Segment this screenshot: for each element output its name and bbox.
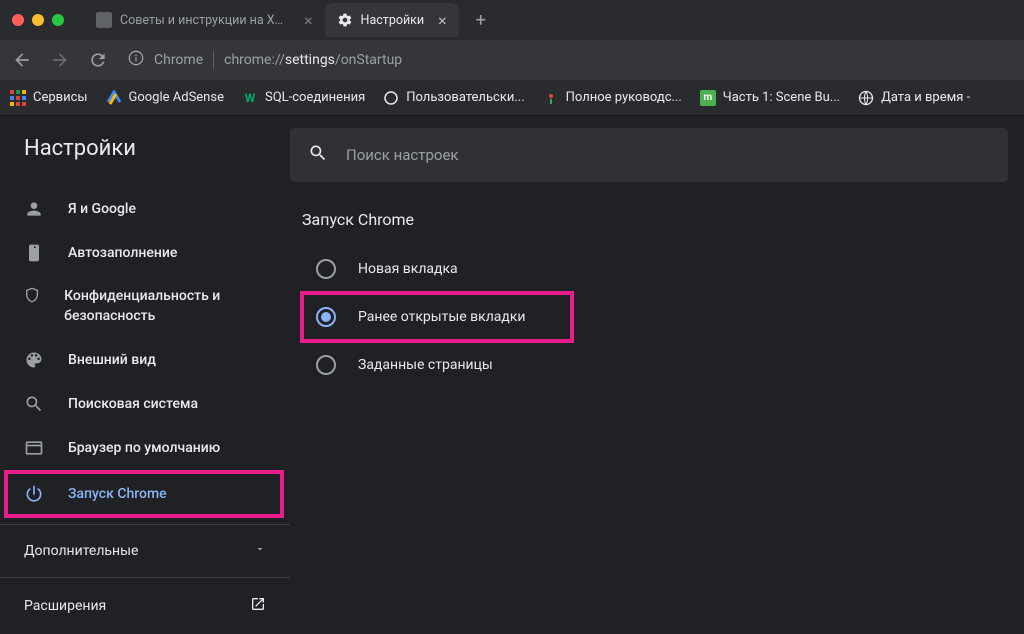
traffic-lights <box>12 14 64 26</box>
search-icon <box>308 143 328 167</box>
close-window-button[interactable] <box>12 14 24 26</box>
power-icon <box>24 484 44 504</box>
tab-label: Советы и инструкции на XPC <box>120 13 290 28</box>
reload-button[interactable] <box>86 48 110 72</box>
bookmark-label: Пользовательски... <box>406 90 524 105</box>
settings-favicon-icon <box>337 12 353 28</box>
page-title: Настройки <box>24 136 136 161</box>
settings-sidebar: Настройки Я и Google Автозаполнение Конф… <box>0 116 290 619</box>
nav-label: Конфиденциальность и безопасность <box>64 287 266 326</box>
option-specific-pages[interactable]: Заданные страницы <box>302 341 996 389</box>
bookmark-label: Полное руководс... <box>566 90 682 105</box>
bookmark-label: SQL-соединения <box>265 90 365 105</box>
bookmark-label: Google AdSense <box>129 90 224 105</box>
radio-unchecked-icon <box>316 259 336 279</box>
settings-content: Настройки Я и Google Автозаполнение Конф… <box>0 116 1024 619</box>
nav-label: Поисковая система <box>68 396 198 412</box>
apps-grid-icon <box>10 90 26 106</box>
nav-label: Автозаполнение <box>68 245 177 261</box>
adsense-icon <box>106 90 122 106</box>
back-button[interactable] <box>10 48 34 72</box>
shield-icon <box>24 287 40 307</box>
new-tab-button[interactable]: + <box>467 6 495 34</box>
nav-autofill[interactable]: Автозаполнение <box>0 231 290 275</box>
address-bar[interactable]: Chrome chrome://settings/onStartup <box>124 50 1014 70</box>
nav-privacy[interactable]: Конфиденциальность и безопасность <box>0 275 290 338</box>
option-label: Новая вкладка <box>358 261 458 277</box>
startup-options: Новая вкладка Ранее открытые вкладки Зад… <box>290 239 1008 395</box>
m-icon: m <box>700 90 716 106</box>
separator <box>213 51 214 69</box>
bookmarks-bar: Сервисы Google AdSense W SQL-соединения … <box>0 80 1024 116</box>
tab-1[interactable]: Советы и инструкции на XPC × <box>84 3 325 37</box>
tab-2-active[interactable]: Настройки × <box>325 3 459 37</box>
option-label: Ранее открытые вкладки <box>358 309 526 325</box>
bookmark-guide[interactable]: Полное руководс... <box>543 90 682 106</box>
search-icon <box>24 394 44 414</box>
nav-label: Запуск Chrome <box>68 486 167 502</box>
minimize-window-button[interactable] <box>32 14 44 26</box>
window-titlebar: Советы и инструкции на XPC × Настройки ×… <box>0 0 1024 40</box>
bookmark-label: Дата и время - <box>881 90 970 105</box>
bookmark-datetime[interactable]: Дата и время - <box>858 90 970 106</box>
option-new-tab[interactable]: Новая вкладка <box>302 245 996 293</box>
url-text: chrome://settings/onStartup <box>224 52 402 68</box>
nav-you-and-google[interactable]: Я и Google <box>0 187 290 231</box>
nav-search-engine[interactable]: Поисковая система <box>0 382 290 426</box>
nav-label: Я и Google <box>68 201 136 217</box>
bookmark-label: Часть 1: Scene Bu... <box>723 90 840 105</box>
advanced-label: Дополнительные <box>24 543 138 559</box>
radio-unchecked-icon <box>316 355 336 375</box>
nav-advanced[interactable]: Дополнительные <box>0 524 290 578</box>
clipboard-icon <box>24 243 44 263</box>
bookmark-custom[interactable]: Пользовательски... <box>383 90 524 106</box>
browser-toolbar: Chrome chrome://settings/onStartup <box>0 40 1024 80</box>
settings-search[interactable] <box>290 128 1008 182</box>
dot-icon <box>543 90 559 106</box>
nav-label: Внешний вид <box>68 352 156 368</box>
extensions-label: Расширения <box>24 598 106 614</box>
bookmark-scenebuilder[interactable]: m Часть 1: Scene Bu... <box>700 90 840 106</box>
nav-appearance[interactable]: Внешний вид <box>0 338 290 382</box>
settings-header: Настройки <box>0 116 290 181</box>
person-icon <box>24 199 44 219</box>
section-title: Запуск Chrome <box>290 182 1008 239</box>
globe-icon <box>858 90 874 106</box>
nav-extensions[interactable]: Расширения <box>0 578 290 634</box>
w3-icon: W <box>242 90 258 106</box>
page-favicon-icon <box>96 12 112 28</box>
radio-checked-icon <box>316 307 336 327</box>
nav-on-startup[interactable]: Запуск Chrome <box>6 472 282 516</box>
bookmark-sql[interactable]: W SQL-соединения <box>242 90 365 106</box>
omnibox-prefix: Chrome <box>154 52 203 68</box>
option-label: Заданные страницы <box>358 357 493 373</box>
option-continue[interactable]: Ранее открытые вкладки <box>302 293 572 341</box>
chevron-down-icon <box>254 543 266 559</box>
bookmark-adsense[interactable]: Google AdSense <box>106 90 224 106</box>
circle-icon <box>383 90 399 106</box>
palette-icon <box>24 350 44 370</box>
close-tab-icon[interactable]: × <box>438 11 447 30</box>
nav-default-browser[interactable]: Браузер по умолчанию <box>0 426 290 470</box>
browser-icon <box>24 438 44 458</box>
nav-label: Браузер по умолчанию <box>68 440 220 456</box>
info-icon <box>128 50 144 70</box>
close-tab-icon[interactable]: × <box>304 11 313 30</box>
maximize-window-button[interactable] <box>52 14 64 26</box>
bookmark-apps[interactable]: Сервисы <box>10 90 88 106</box>
settings-main: Запуск Chrome Новая вкладка Ранее открыт… <box>290 116 1024 619</box>
settings-nav: Я и Google Автозаполнение Конфиденциальн… <box>0 181 290 518</box>
tab-strip: Советы и инструкции на XPC × Настройки ×… <box>84 0 495 40</box>
tab-label: Настройки <box>361 13 425 28</box>
search-input[interactable] <box>346 146 990 164</box>
bookmark-label: Сервисы <box>33 90 88 105</box>
external-link-icon <box>250 596 266 616</box>
forward-button[interactable] <box>48 48 72 72</box>
